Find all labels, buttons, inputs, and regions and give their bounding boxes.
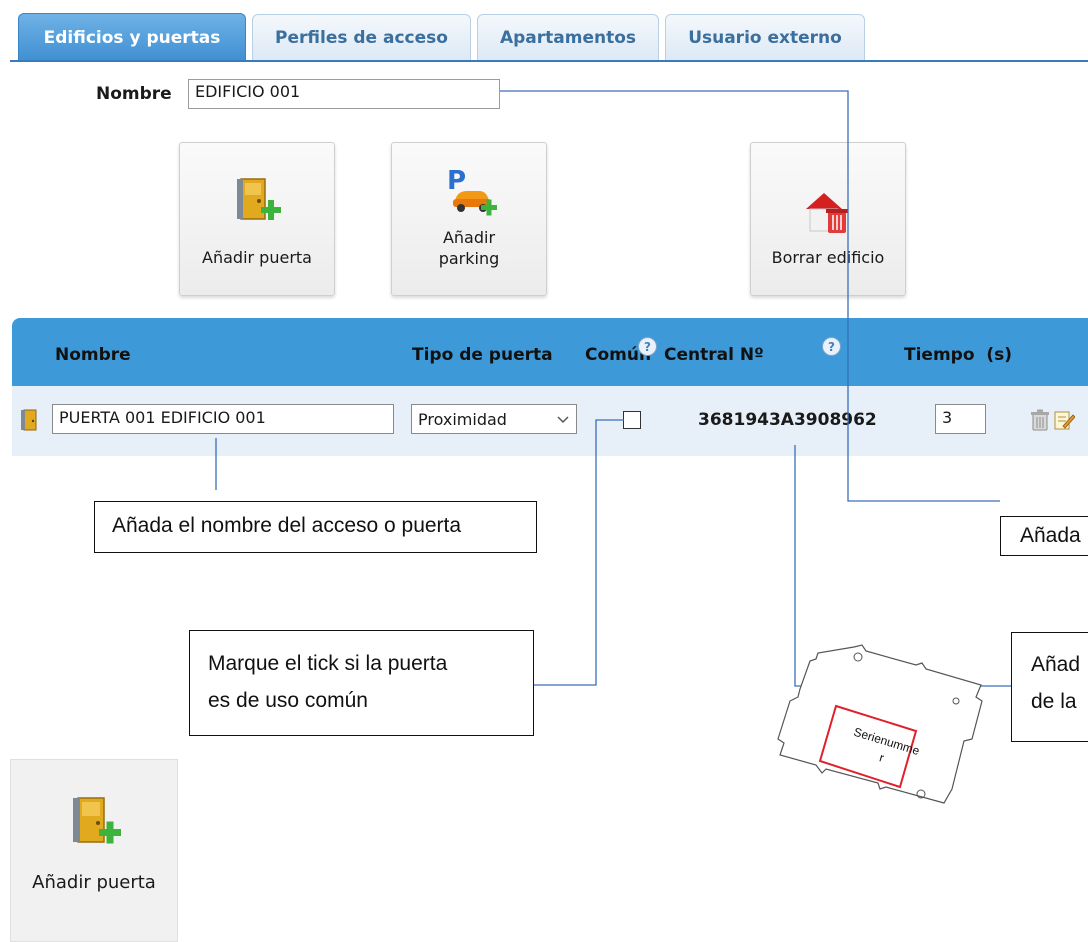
callout-right-bottom-line2: de la xyxy=(1031,690,1077,713)
callout-right-top: Añada xyxy=(1000,516,1088,556)
callout-right-bottom-line1: Añad xyxy=(1031,653,1081,676)
callout-door-name: Añada el nombre del acceso o puerta xyxy=(94,501,537,553)
callout-common-line1: Marque el tick si la puerta xyxy=(208,652,448,675)
callout-door-name-text: Añada el nombre del acceso o puerta xyxy=(112,514,462,537)
callout-right-top-text: Añada xyxy=(1020,524,1081,547)
callout-common: Marque el tick si la puerta es de uso co… xyxy=(189,630,534,736)
callout-right-bottom: Añad de la xyxy=(1011,632,1088,742)
add-door-bottom-label: Añadir puerta xyxy=(32,872,156,893)
callout-common-line2: es de uso común xyxy=(208,689,368,712)
controller-board-illustration: Serienumme r xyxy=(776,641,996,811)
add-door-button-bottom[interactable]: Añadir puerta xyxy=(10,759,178,942)
add-door-icon xyxy=(66,796,122,852)
board-serial-line2: r xyxy=(877,750,886,765)
